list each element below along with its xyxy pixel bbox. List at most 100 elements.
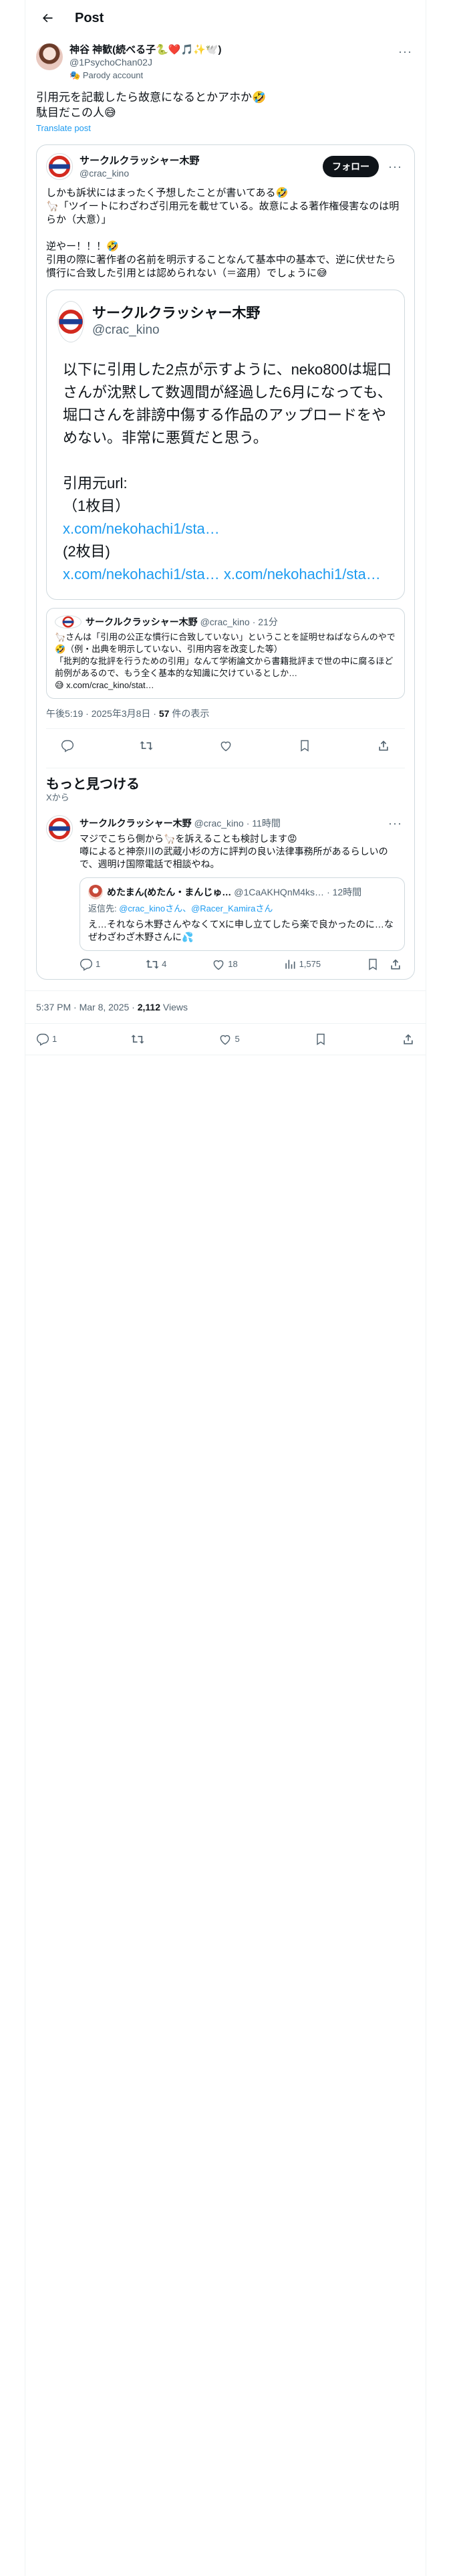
heart-icon (213, 960, 224, 970)
repost-button[interactable]: 4 (146, 958, 166, 971)
post-views-count: 2,112 (137, 1002, 160, 1012)
share-button[interactable] (377, 739, 390, 752)
reply-icon (80, 958, 93, 971)
author-name[interactable]: 神谷 神歓(続べる子🐍❤️🎵✨🕊️) (69, 43, 396, 56)
quote-time: 午後5:19 · 2025年3月8日 · (46, 708, 159, 719)
source-link-3[interactable]: x.com/nekohachi1/sta… (224, 566, 381, 582)
quote-text: しかも訴状にはまったく予想したことが書いてある🤣 🦙「ツイートにわざわざ引用元を… (46, 187, 400, 279)
bookmark-icon (369, 958, 377, 970)
bar-chart-icon (285, 960, 295, 969)
like-count: 18 (228, 959, 238, 969)
like-button[interactable] (219, 739, 233, 752)
replying-to: 返信先: @crac_kinoさん、@Racer_Kamiraさん (88, 902, 396, 916)
small-quote-author: サークルクラッシャー木野 (86, 616, 198, 627)
bookmark-icon (301, 740, 309, 752)
avatar[interactable] (36, 43, 63, 70)
bookmark-button[interactable] (314, 1033, 327, 1046)
quote-action-bar (46, 729, 405, 762)
reply-button[interactable]: 1 (80, 958, 100, 971)
more-options-icon[interactable]: ··· (386, 815, 405, 831)
suggested-author-name[interactable]: サークルクラッシャー木野 (80, 817, 192, 830)
main-column: Post 神谷 神歓(続べる子🐍❤️🎵✨🕊️) @1PsychoChan02J … (25, 0, 426, 2576)
repost-icon (140, 741, 153, 750)
reply-button[interactable]: 1 (36, 1033, 57, 1046)
back-button[interactable] (36, 7, 59, 29)
avatar[interactable] (46, 153, 73, 180)
author-handle[interactable]: @1PsychoChan02J (69, 56, 396, 68)
roundel-logo-icon (58, 309, 84, 334)
suggested-quoted-post[interactable]: めたまん(めたん・まんじゅ… @1CaAKHQnM4ks… · 12時間 返信先… (80, 877, 405, 951)
discover-more-subtitle: Xから (46, 792, 69, 802)
share-button[interactable] (402, 1033, 415, 1046)
small-quote-time: · 21分 (252, 617, 278, 627)
quoted-post[interactable]: サークルクラッシャー木野 @crac_kino フォロー ··· しかも訴状には… (36, 144, 415, 980)
suggested-author-handle[interactable]: @crac_kino (194, 817, 244, 830)
bookmark-button[interactable] (366, 958, 380, 971)
small-quote-handle: @crac_kino (200, 617, 250, 627)
suggested-text: マジでこちら側から🦙を訴えることも検討します😡 噂によると神奈川の武蔵小杉の方に… (80, 833, 388, 869)
quote-author-handle[interactable]: @crac_kino (80, 167, 323, 179)
post-time: 5:37 PM · Mar 8, 2025 · (36, 1002, 138, 1012)
post-text: 引用元を記載したら故意になるとかアホか🤣 駄目だこの人😅 (36, 91, 267, 119)
heart-icon (220, 1035, 231, 1045)
discover-more-title: もっと見つける (46, 768, 405, 791)
source-link-2[interactable]: x.com/nekohachi1/sta… (63, 566, 220, 582)
small-quote-text: 🦙さんは「引用の公正な慣行に合致していない」ということを証明せねばならんのやで🤣… (55, 632, 396, 690)
like-button[interactable]: 5 (218, 1033, 240, 1046)
repost-icon (146, 960, 159, 969)
replying-to-handles[interactable]: @crac_kinoさん、@Racer_Kamiraさん (119, 903, 273, 914)
translate-link[interactable]: Translate post (36, 122, 415, 135)
inner-quote-text: 以下に引用した2点が示すように、neko800は堀口さんが沈黙して数週間が経過し… (63, 361, 392, 514)
share-icon (404, 1034, 413, 1045)
roundel-logo-icon (48, 817, 71, 840)
avatar[interactable] (46, 815, 73, 842)
reply-icon (36, 1033, 49, 1046)
nested-quoted-post[interactable]: サークルクラッシャー木野 @crac_kino · 21分 🦙さんは「引用の公正… (46, 608, 405, 699)
post-timestamp: 5:37 PM · Mar 8, 2025 · 2,112 Views (25, 990, 426, 1023)
quote-views-label: 件の表示 (169, 708, 210, 719)
bookmark-button[interactable] (298, 739, 311, 752)
like-count: 5 (235, 1034, 240, 1044)
more-options-icon[interactable]: ··· (386, 158, 405, 175)
nested-author-name: めたまん(めたん・まんじゅ… (107, 886, 232, 897)
reply-icon (61, 740, 74, 752)
reply-button[interactable] (61, 739, 74, 752)
repost-button[interactable] (131, 1033, 144, 1046)
nested-time: · 12時間 (327, 887, 362, 897)
nested-text: え…それなら木野さんやなくてXに申し立てしたら楽で良かったのに…なぜわざわざ木野… (88, 919, 394, 942)
share-icon (391, 959, 400, 970)
views-count: 1,575 (299, 959, 321, 969)
quote-author-name[interactable]: サークルクラッシャー木野 (80, 154, 323, 167)
source-link-1[interactable]: x.com/nekohachi1/sta… (63, 518, 394, 540)
repost-count: 4 (162, 959, 167, 969)
inner-author-handle: @crac_kino (92, 323, 160, 337)
suggested-action-bar: 1 4 18 1,575 (80, 958, 405, 979)
parody-label: 🎭 Parody account (69, 70, 396, 82)
share-button[interactable] (389, 958, 402, 971)
avatar (88, 885, 103, 899)
follow-button[interactable]: フォロー (323, 156, 380, 177)
avatar (55, 615, 82, 629)
quote-timestamp: 午後5:19 · 2025年3月8日 · 57 件の表示 (46, 707, 405, 729)
more-options-icon[interactable]: ··· (396, 43, 415, 60)
quote-views-count: 57 (158, 708, 170, 719)
arrow-left-icon (43, 13, 53, 22)
post-action-bar: 1 5 (25, 1023, 426, 1055)
repost-button[interactable] (140, 739, 153, 752)
source-label-2: (2枚目) (63, 543, 110, 560)
suggested-post[interactable]: サークルクラッシャー木野 @crac_kino · 11時間 ··· マジでこち… (46, 815, 405, 979)
reply-count: 1 (52, 1034, 57, 1044)
top-bar: Post (25, 0, 426, 35)
suggested-time: · 11時間 (246, 818, 281, 829)
post-views-label: Views (160, 1002, 188, 1012)
share-icon (379, 740, 388, 751)
nested-author-handle: @1CaAKHQnM4ks… (234, 887, 325, 897)
parody-mask-icon: 🎭 (69, 70, 81, 80)
like-button[interactable]: 18 (212, 958, 238, 971)
views-button[interactable]: 1,575 (283, 958, 321, 971)
inner-quoted-post[interactable]: サークルクラッシャー木野 @crac_kino 以下に引用した2点が示すように、… (46, 290, 405, 600)
avatar[interactable] (57, 301, 84, 342)
bookmark-icon (317, 1033, 325, 1045)
roundel-logo-icon (48, 155, 71, 178)
heart-icon (220, 741, 231, 752)
